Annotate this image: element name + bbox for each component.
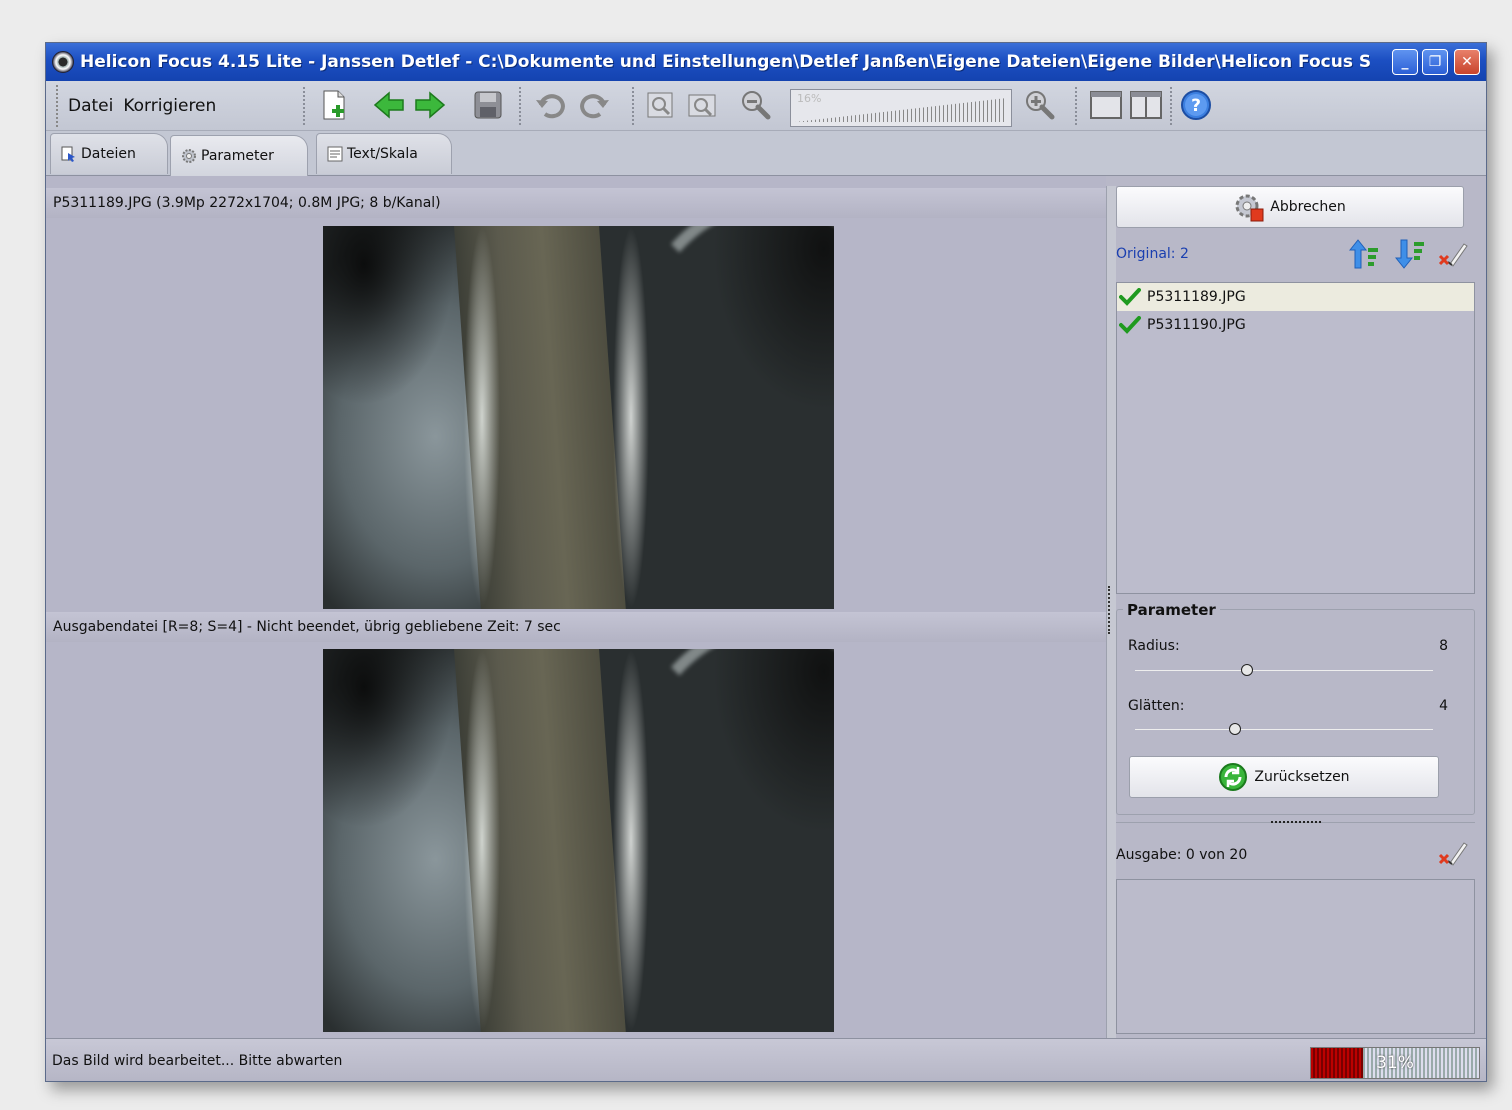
list-item[interactable]: P5311190.JPG [1117, 311, 1474, 339]
clear-output-icon[interactable] [1438, 837, 1470, 869]
close-button[interactable]: ✕ [1454, 49, 1480, 75]
redo-icon[interactable] [576, 87, 612, 123]
reset-icon [1218, 762, 1248, 792]
cancel-button-label: Abbrechen [1270, 199, 1346, 215]
toolbar-separator [632, 87, 634, 125]
reset-button-label: Zurücksetzen [1254, 769, 1350, 785]
arrow-right-icon[interactable] [412, 87, 448, 123]
tab-parameter[interactable]: Parameter [170, 135, 308, 176]
restore-button[interactable]: ❐ [1422, 49, 1448, 75]
svg-text:?: ? [1191, 96, 1201, 116]
clear-list-icon[interactable] [1438, 238, 1470, 270]
arrow-left-icon[interactable] [371, 87, 407, 123]
radius-label: Radius: [1128, 638, 1180, 654]
toolbar-separator [519, 87, 521, 125]
file-name: P5311190.JPG [1147, 317, 1246, 333]
right-panel: Abbrechen Original: 2 P5311189.JPG P5311… [1116, 186, 1486, 1038]
smooth-slider[interactable] [1135, 723, 1433, 737]
output-image-label: Ausgabendatei [R=8; S=4] - Nicht beendet… [46, 612, 1106, 642]
menu-datei[interactable]: Datei [68, 96, 113, 116]
check-icon [1119, 288, 1141, 306]
status-bar: Das Bild wird bearbeitet... Bitte abwart… [46, 1038, 1486, 1081]
split-view-icon[interactable] [1128, 87, 1164, 123]
menu-korrigieren[interactable]: Korrigieren [123, 96, 216, 116]
source-file-list[interactable]: P5311189.JPG P5311190.JPG [1116, 282, 1475, 594]
zoom-scale [795, 98, 1007, 122]
new-file-icon[interactable] [316, 87, 352, 123]
window-title: Helicon Focus 4.15 Lite - Janssen Detlef… [80, 52, 1370, 72]
file-name: P5311189.JPG [1147, 289, 1246, 305]
parameter-title: Parameter [1123, 601, 1220, 619]
zoom-fit-icon[interactable] [642, 87, 678, 123]
zoom-slider[interactable]: 16% [790, 89, 1012, 127]
check-icon [1119, 316, 1141, 334]
single-view-icon[interactable] [1088, 87, 1124, 123]
toolbar-separator [1170, 87, 1172, 125]
progress-bar: 31% [1310, 1047, 1480, 1079]
zoom-in-icon[interactable] [1022, 87, 1058, 123]
parameter-group: Parameter Radius: 8 Glätten: 4 Zurückset… [1116, 601, 1475, 815]
original-count: Original: 2 [1116, 246, 1189, 262]
cancel-gear-icon [1234, 192, 1264, 222]
source-image[interactable] [323, 226, 834, 609]
zoom-actual-icon[interactable] [684, 87, 720, 123]
sort-down-icon[interactable] [1394, 238, 1427, 270]
smooth-row: Glätten: 4 [1128, 698, 1448, 714]
app-window: Helicon Focus 4.15 Lite - Janssen Detlef… [45, 42, 1487, 1082]
status-text: Das Bild wird bearbeitet... Bitte abwart… [52, 1053, 343, 1069]
title-bar[interactable]: Helicon Focus 4.15 Lite - Janssen Detlef… [46, 43, 1486, 81]
zoom-level-label: 16% [797, 92, 822, 105]
radius-slider-thumb[interactable] [1241, 664, 1253, 676]
sort-up-icon[interactable] [1348, 238, 1381, 270]
source-image-label: P5311189.JPG (3.9Mp 2272x1704; 0.8M JPG;… [46, 188, 1106, 218]
vertical-splitter[interactable] [1106, 186, 1116, 1038]
gear-icon [181, 148, 197, 164]
tab-bar: Dateien Parameter Text/Skala [46, 131, 1486, 176]
zoom-out-icon[interactable] [738, 87, 774, 123]
menu-bar: Datei Korrigieren [56, 85, 226, 127]
minimize-button[interactable]: _ [1392, 49, 1418, 75]
output-file-list[interactable] [1116, 879, 1475, 1034]
text-icon [327, 146, 343, 162]
toolbar-separator [1075, 87, 1077, 125]
radius-slider[interactable] [1135, 664, 1433, 678]
reset-button[interactable]: Zurücksetzen [1129, 756, 1439, 798]
horizontal-splitter[interactable] [1116, 821, 1475, 830]
toolbar-separator [303, 87, 305, 125]
tab-text-skala-label: Text/Skala [347, 146, 418, 162]
tab-parameter-label: Parameter [201, 148, 274, 164]
smooth-value: 4 [1439, 698, 1448, 714]
help-icon[interactable]: ? [1178, 87, 1214, 123]
cancel-button[interactable]: Abbrechen [1116, 186, 1464, 228]
radius-value: 8 [1439, 638, 1448, 654]
tab-dateien[interactable]: Dateien [50, 133, 168, 174]
undo-icon[interactable] [533, 87, 569, 123]
image-viewer: P5311189.JPG (3.9Mp 2272x1704; 0.8M JPG;… [46, 176, 1106, 1038]
smooth-label: Glätten: [1128, 698, 1185, 714]
save-icon[interactable] [470, 87, 506, 123]
tab-dateien-label: Dateien [81, 146, 136, 162]
smooth-slider-thumb[interactable] [1229, 723, 1241, 735]
output-count: Ausgabe: 0 von 20 [1116, 847, 1248, 863]
app-logo-icon [52, 51, 74, 73]
progress-percent: 31% [1376, 1053, 1414, 1073]
list-item[interactable]: P5311189.JPG [1117, 283, 1474, 311]
files-icon [61, 146, 77, 162]
output-image[interactable] [323, 649, 834, 1032]
toolbar-row: Datei Korrigieren ? [46, 81, 1486, 131]
radius-row: Radius: 8 [1128, 638, 1448, 654]
tab-text-skala[interactable]: Text/Skala [316, 133, 452, 174]
